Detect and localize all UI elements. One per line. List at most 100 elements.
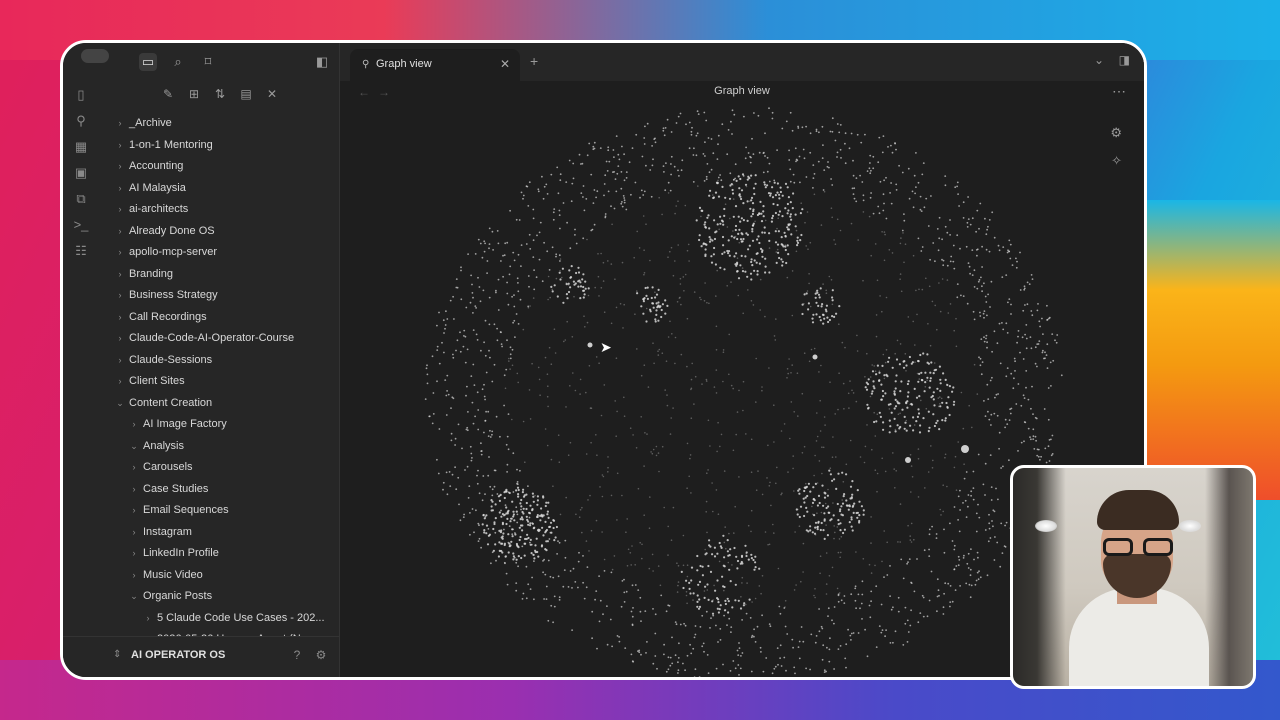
graph-node[interactable] [579, 285, 583, 288]
graph-node[interactable] [704, 221, 707, 224]
graph-node[interactable] [1006, 332, 1009, 334]
graph-node[interactable] [905, 429, 908, 432]
graph-node[interactable] [1054, 339, 1056, 342]
graph-node[interactable] [935, 533, 938, 535]
tree-item[interactable]: ⌄ Content Creation [99, 393, 339, 415]
graph-node[interactable] [881, 629, 884, 631]
graph-node[interactable] [572, 162, 575, 165]
graph-node[interactable] [1025, 347, 1028, 350]
graph-node[interactable] [717, 143, 719, 146]
graph-node[interactable] [920, 210, 923, 212]
graph-node[interactable] [525, 501, 528, 505]
graph-node[interactable] [520, 505, 523, 508]
graph-node[interactable] [776, 248, 779, 251]
graph-node[interactable] [705, 610, 708, 613]
graph-node[interactable] [548, 525, 552, 528]
graph-node[interactable] [867, 407, 870, 410]
graph-node[interactable] [655, 302, 658, 305]
graph-node[interactable] [696, 110, 699, 113]
graph-node[interactable] [1037, 343, 1040, 345]
graph-node[interactable] [764, 132, 766, 135]
graph-node[interactable] [944, 225, 947, 228]
graph-node[interactable] [477, 469, 479, 472]
graph-node[interactable] [715, 489, 718, 491]
graph-node[interactable] [709, 627, 711, 629]
graph-node[interactable] [675, 205, 677, 207]
graph-node[interactable] [528, 285, 530, 288]
graph-node[interactable] [623, 396, 625, 399]
graph-node[interactable] [634, 584, 637, 586]
graph-node[interactable] [981, 361, 984, 363]
graph-node[interactable] [967, 218, 970, 220]
graph-node[interactable] [582, 296, 585, 299]
graph-node[interactable] [555, 253, 558, 256]
graph-node[interactable] [700, 298, 702, 301]
graph-node[interactable] [663, 506, 665, 509]
graph-node[interactable] [827, 161, 829, 163]
graph-node[interactable] [446, 493, 449, 496]
graph-node[interactable] [698, 234, 701, 237]
graph-node[interactable] [519, 518, 522, 521]
graph-node[interactable] [1008, 298, 1011, 300]
graph-node[interactable] [564, 539, 567, 542]
graph-node[interactable] [846, 504, 849, 507]
graph-node[interactable] [764, 271, 767, 274]
graph-node[interactable] [541, 280, 544, 283]
graph-node[interactable] [908, 197, 911, 200]
graph-node[interactable] [701, 565, 704, 568]
graph-node[interactable] [679, 277, 682, 280]
graph-node[interactable] [923, 206, 926, 209]
graph-node[interactable] [934, 260, 936, 263]
graph-node[interactable] [736, 237, 739, 241]
graph-node[interactable] [728, 333, 730, 336]
graph-node[interactable] [735, 433, 737, 436]
graph-node[interactable] [872, 155, 875, 158]
graph-node[interactable] [625, 590, 628, 593]
graph-node[interactable] [667, 668, 670, 671]
graph-node[interactable] [857, 632, 860, 634]
graph-node[interactable] [724, 602, 727, 606]
graph-node[interactable] [810, 633, 813, 636]
tree-item[interactable]: › Case Studies [99, 479, 339, 501]
tree-item[interactable]: ⌄ Organic Posts [99, 586, 339, 608]
graph-node[interactable] [471, 457, 473, 459]
graph-node[interactable] [660, 594, 663, 597]
graph-node[interactable] [966, 302, 969, 305]
graph-node[interactable] [841, 499, 843, 501]
graph-node[interactable] [812, 313, 815, 316]
graph-node[interactable] [851, 187, 854, 190]
graph-node[interactable] [799, 239, 802, 242]
graph-node[interactable] [980, 338, 983, 340]
graph-node[interactable] [569, 385, 571, 387]
graph-node[interactable] [968, 265, 971, 268]
graph-node[interactable] [823, 416, 826, 418]
graph-node[interactable] [484, 493, 486, 495]
graph-node[interactable] [942, 259, 945, 262]
graph-node[interactable] [843, 595, 846, 597]
graph-node[interactable] [738, 389, 740, 392]
graph-node[interactable] [943, 551, 946, 554]
graph-node[interactable] [899, 273, 902, 275]
graph-node[interactable] [438, 428, 441, 430]
graph-node[interactable] [828, 660, 831, 663]
graph-node[interactable] [512, 558, 515, 561]
graph-node[interactable] [809, 132, 812, 135]
graph-node[interactable] [786, 244, 789, 247]
graph-node[interactable] [504, 387, 507, 390]
graph-node[interactable] [690, 566, 694, 569]
graph-node[interactable] [704, 253, 707, 256]
graph-node[interactable] [603, 194, 605, 197]
graph-node[interactable] [912, 416, 915, 419]
graph-node[interactable] [765, 657, 768, 659]
graph-node[interactable] [704, 585, 707, 588]
graph-node[interactable] [512, 321, 514, 324]
graph-node[interactable] [744, 255, 747, 258]
graph-node[interactable] [966, 226, 969, 228]
graph-node[interactable] [551, 288, 553, 291]
graph-node[interactable] [706, 301, 708, 304]
graph-node[interactable] [483, 240, 486, 243]
graph-node[interactable] [738, 228, 741, 231]
graph-node[interactable] [1045, 461, 1048, 464]
graph-node[interactable] [847, 392, 850, 395]
graph-node[interactable] [545, 549, 548, 552]
